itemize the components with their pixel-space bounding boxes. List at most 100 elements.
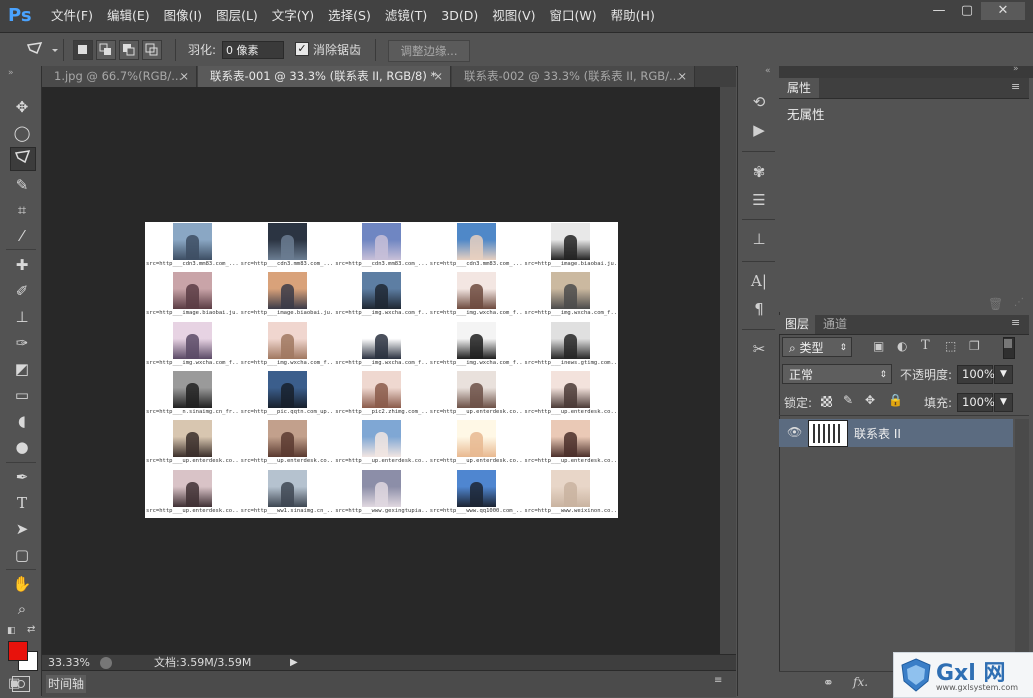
tab-channels[interactable]: 通道 [817,315,853,334]
lasso-preset-picker[interactable] [24,40,58,60]
filter-type-icon[interactable]: T [921,338,930,353]
status-info-icon[interactable] [100,657,112,669]
clone-stamp-tool-icon[interactable]: ⊥ [10,306,34,328]
link-layers-icon[interactable]: ⚭ [823,676,834,691]
menu-type[interactable]: 文字(Y) [265,0,321,32]
feather-input[interactable]: 0 像素 [222,41,284,59]
layer-style-icon[interactable]: fx. [853,675,868,689]
dodge-tool-icon[interactable]: ● [10,436,34,458]
panel-menu-icon[interactable]: ≡ [714,675,722,686]
rectangle-tool-icon[interactable]: ▢ [10,544,34,566]
collapse-panel-icon[interactable]: » [8,68,14,78]
tab-1-jpg[interactable]: 1.jpg @ 66.7%(RGB/... × [42,66,197,87]
gradient-tool-icon[interactable]: ▭ [10,384,34,406]
screen-mode-icon[interactable]: ▣ [8,676,32,694]
refine-edge-button[interactable]: 调整边缘... [388,40,470,62]
pen-tool-icon[interactable]: ✒ [10,466,34,488]
status-menu-arrow-icon[interactable]: ▶ [290,655,298,671]
zoom-tool-icon[interactable]: ⌕ [10,598,34,620]
menu-file[interactable]: 文件(F) [44,0,100,32]
layers-scrollbar[interactable] [1015,419,1029,671]
foreground-color-swatch[interactable] [8,641,28,661]
close-tab-icon[interactable]: × [179,66,189,87]
tab-layers[interactable]: 图层 [779,315,816,334]
blur-tool-icon[interactable]: ◖ [10,410,34,432]
photo-thumbnail [362,321,402,359]
filter-shape-icon[interactable]: ⬚ [945,339,956,353]
tool-presets-icon[interactable]: ✂ [748,338,770,360]
swap-colors-icon[interactable]: ⇄ [27,624,35,635]
brush-presets-icon[interactable]: ✾ [748,161,770,183]
eye-visibility-icon[interactable]: 👁 [787,425,802,439]
subtract-selection-button[interactable] [119,40,139,60]
path-selection-tool-icon[interactable]: ➤ [10,518,34,540]
layer-row[interactable]: 👁 联系表 II [779,419,1013,447]
elliptical-marquee-tool-icon[interactable]: ◯ [10,122,34,144]
new-selection-button[interactable] [73,40,93,60]
close-tab-icon[interactable]: × [677,66,687,87]
close-window-button[interactable]: ✕ [981,2,1025,20]
menu-edit[interactable]: 编辑(E) [100,0,157,32]
opacity-input[interactable]: 100% [957,365,995,384]
fill-input[interactable]: 100% [957,393,995,412]
filter-adjustment-icon[interactable]: ◐ [897,339,907,353]
fill-slider-arrow-icon[interactable]: ▼ [994,393,1013,412]
menu-help[interactable]: 帮助(H) [604,0,662,32]
clone-source-icon[interactable]: ⊥ [748,228,770,250]
adjustments-icon[interactable]: ☰ [748,189,770,211]
properties-tab[interactable]: 属性 [779,78,820,98]
menu-select[interactable]: 选择(S) [321,0,378,32]
opacity-slider-arrow-icon[interactable]: ▼ [994,365,1013,384]
add-selection-button[interactable] [96,40,116,60]
lock-image-pixels-icon[interactable]: ✎ [843,393,853,407]
close-tab-icon[interactable]: × [433,66,443,87]
lock-transparent-pixels-icon[interactable] [821,396,832,407]
photo-thumbnail [456,420,496,458]
restore-button[interactable]: ▢ [953,2,981,20]
zoom-level[interactable]: 33.33% [48,655,90,671]
blend-mode-dropdown[interactable]: 正常 ⇕ [782,364,892,384]
menu-window[interactable]: 窗口(W) [543,0,604,32]
history-panel-icon[interactable]: ⟲ [748,91,770,113]
hand-tool-icon[interactable]: ✋ [10,573,34,595]
default-colors-icon[interactable]: ◧ [7,626,16,636]
eyedropper-tool-icon[interactable]: ⁄ [10,225,34,247]
spot-healing-tool-icon[interactable]: ✚ [10,254,34,276]
menu-filter[interactable]: 滤镜(T) [378,0,434,32]
intersect-selection-button[interactable] [142,40,162,60]
move-tool-icon[interactable]: ✥ [10,96,34,118]
tab-contact-sheet-001[interactable]: 联系表-001 @ 33.3% (联系表 II, RGB/8) * × [198,66,451,87]
filter-pixel-icon[interactable]: ▣ [873,339,884,353]
lock-position-icon[interactable]: ✥ [865,393,875,407]
resize-grip-icon[interactable]: ⋰ [1014,297,1024,308]
type-tool-icon[interactable]: T [10,492,34,514]
lock-all-icon[interactable]: 🔒 [888,393,903,407]
quick-selection-tool-icon[interactable]: ✎ [10,174,34,196]
polygonal-lasso-tool-icon[interactable] [10,147,36,171]
vertical-scrollbar[interactable] [720,87,736,654]
layer-name[interactable]: 联系表 II [854,425,901,442]
collapse-panels-icon[interactable]: « [765,66,771,76]
menu-layer[interactable]: 图层(L) [209,0,265,32]
menu-image[interactable]: 图像(I) [157,0,209,32]
timeline-tab[interactable]: 时间轴 [46,675,86,693]
character-panel-icon[interactable]: A| [748,270,770,292]
paragraph-panel-icon[interactable]: ¶ [748,298,770,320]
crop-tool-icon[interactable]: ⌗ [10,199,34,221]
actions-panel-icon[interactable]: ▶ [748,119,770,141]
panel-menu-icon[interactable]: ≡ [1011,316,1020,329]
contact-sheet-document[interactable]: src=http___cdn3.mm83.com_... src=http___c… [145,222,618,518]
filter-toggle-switch[interactable] [1003,337,1015,359]
menu-3d[interactable]: 3D(D) [434,0,485,32]
minimize-button[interactable]: — [925,2,953,20]
filter-smart-object-icon[interactable]: ❐ [969,339,980,353]
menu-view[interactable]: 视图(V) [485,0,542,32]
brush-tool-icon[interactable]: ✐ [10,280,34,302]
layer-filter-dropdown[interactable]: ⌕ 类型 ⇕ [782,337,852,357]
antialias-checkbox[interactable]: ✓ [295,42,309,56]
collapse-right-icon[interactable]: » [1013,64,1019,74]
panel-menu-icon[interactable]: ≡ [1011,80,1020,93]
eraser-tool-icon[interactable]: ◩ [10,358,34,380]
tab-contact-sheet-002[interactable]: 联系表-002 @ 33.3% (联系表 II, RGB/... × [452,66,695,87]
history-brush-tool-icon[interactable]: ✑ [10,332,34,354]
